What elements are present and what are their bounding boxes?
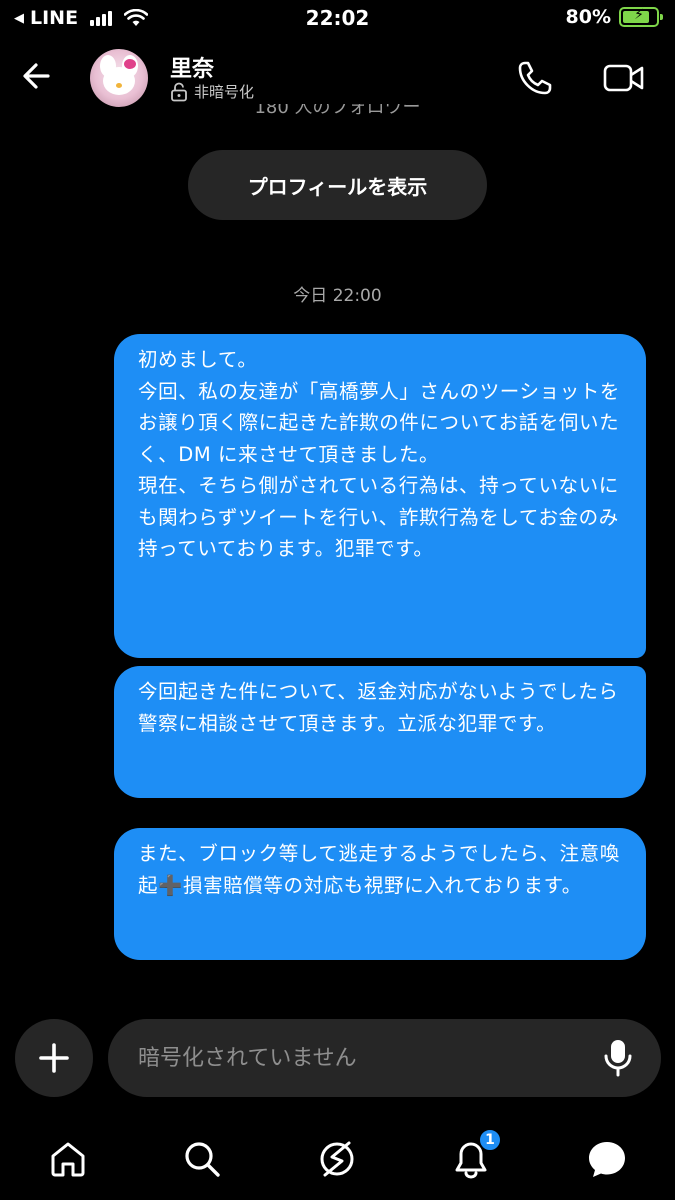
message-bubble[interactable]: 初めまして。 今回、私の友達が「高橋夢人」さんのツーショットをお譲り頂く際に起き…: [114, 334, 646, 658]
followers-count: 180 人のフォロワー: [254, 104, 421, 118]
battery-icon: ⚡: [619, 7, 663, 27]
home-icon: [51, 1142, 85, 1177]
status-bar: ◀ LINE 22:02 80% ⚡: [0, 0, 675, 38]
charging-bolt-icon: ⚡: [634, 7, 644, 23]
nav-home[interactable]: [43, 1134, 93, 1184]
add-attachment-button[interactable]: [15, 1019, 93, 1097]
nav-search[interactable]: [177, 1134, 227, 1184]
message-composer: [108, 1019, 661, 1097]
message-bubble[interactable]: また、ブロック等して逃走するようでしたら、注意喚起➕損害賠償等の対応も視野に入れ…: [114, 828, 646, 960]
video-camera-icon[interactable]: [602, 58, 646, 98]
message-input[interactable]: [138, 1019, 578, 1097]
chat-header: 里奈 非暗号化: [0, 44, 675, 110]
search-icon: [185, 1142, 220, 1177]
phone-icon[interactable]: [515, 58, 555, 98]
nav-explore[interactable]: [312, 1134, 362, 1184]
notification-badge: 1: [478, 1128, 502, 1152]
plus-icon: [39, 1043, 69, 1073]
nav-messages[interactable]: [582, 1134, 632, 1184]
microphone-icon[interactable]: [601, 1037, 635, 1079]
battery-percent: 80%: [565, 6, 611, 28]
lock-open-icon: [171, 82, 187, 101]
message-bubble[interactable]: 今回起きた件について、返金対応がないようでしたら警察に相談させて頂きます。立派な…: [114, 666, 646, 798]
message-timestamp: 今日 22:00: [293, 286, 382, 306]
messages-icon: [589, 1142, 625, 1177]
status-right: 80% ⚡: [565, 6, 663, 28]
avatar[interactable]: [90, 49, 148, 107]
explore-icon: [320, 1141, 354, 1177]
back-arrow-icon[interactable]: [18, 58, 58, 94]
encryption-label: 非暗号化: [194, 83, 255, 101]
view-profile-button[interactable]: プロフィールを表示: [188, 150, 487, 220]
contact-name[interactable]: 里奈: [170, 51, 214, 83]
nav-notifications[interactable]: 1: [446, 1128, 502, 1184]
encryption-status: 非暗号化: [170, 81, 254, 102]
bottom-navigation: 1: [0, 1118, 675, 1200]
